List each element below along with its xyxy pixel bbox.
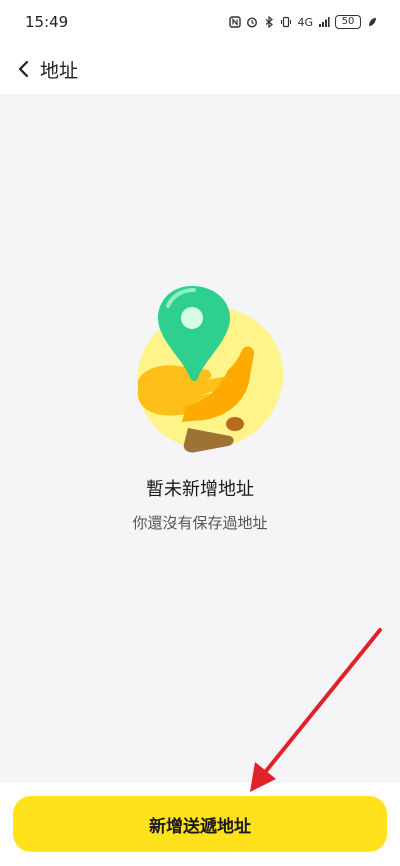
nav-bar: 地址 [0, 44, 400, 94]
status-icons: 4G 50 [229, 15, 378, 29]
hand-holding-location-pin-illustration [136, 286, 284, 453]
network-type: 4G [297, 15, 313, 29]
signal-icon [318, 16, 330, 28]
main-content: 暫未新增地址 你還沒有保存過地址 [0, 94, 400, 783]
alarm-icon [246, 16, 258, 28]
empty-state-subtitle: 你還沒有保存過地址 [132, 514, 268, 532]
status-bar: 15:49 4G 50 [0, 0, 400, 44]
add-delivery-address-button[interactable]: 新增送遞地址 [13, 796, 387, 852]
page-title: 地址 [40, 59, 79, 82]
battery-icon: 50 [335, 15, 361, 29]
status-time: 15:49 [25, 13, 69, 31]
empty-state-title: 暫未新增地址 [146, 479, 254, 500]
vibrate-icon [280, 16, 292, 28]
back-button[interactable] [10, 55, 38, 83]
bluetooth-icon [263, 15, 275, 29]
nfc-icon [229, 16, 242, 28]
leaf-icon [366, 16, 378, 28]
chevron-left-icon [18, 60, 29, 78]
